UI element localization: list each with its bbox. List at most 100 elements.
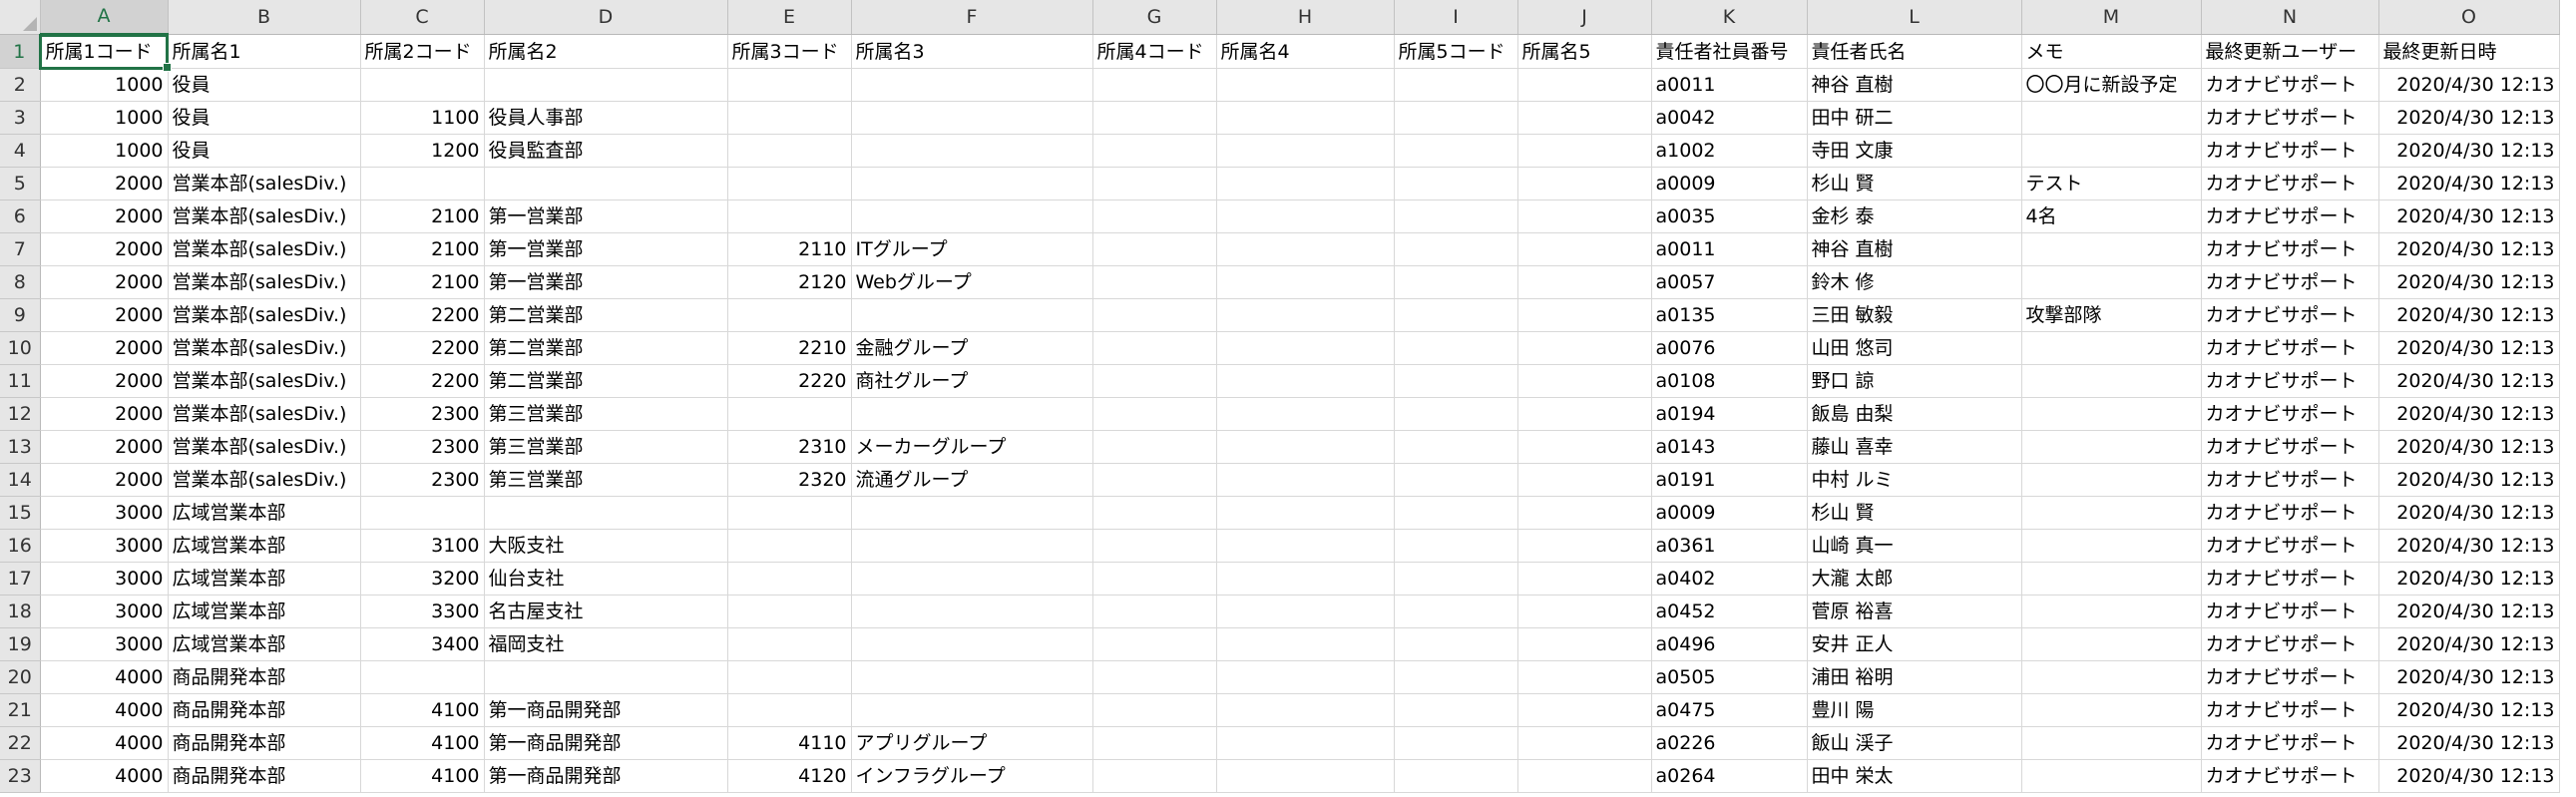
cell-o21[interactable]: 2020/4/30 12:13 <box>2378 693 2560 727</box>
cell-k6[interactable]: a0035 <box>1651 199 1808 233</box>
cell-b15[interactable]: 広域営業本部 <box>168 496 361 530</box>
row-header[interactable]: 16 <box>0 529 41 563</box>
cell-g11[interactable] <box>1092 364 1217 398</box>
cell-i17[interactable] <box>1394 562 1518 596</box>
cell-g23[interactable] <box>1092 759 1217 793</box>
cell-g3[interactable] <box>1092 101 1217 135</box>
cell-m3[interactable] <box>2021 101 2202 135</box>
cell-n19[interactable]: カオナビサポート <box>2201 627 2379 661</box>
cell-e19[interactable] <box>727 627 852 661</box>
cell-i11[interactable] <box>1394 364 1518 398</box>
cell-i20[interactable] <box>1394 660 1518 694</box>
cell-e21[interactable] <box>727 693 852 727</box>
cell-i16[interactable] <box>1394 529 1518 563</box>
cell-d12[interactable]: 第三営業部 <box>484 397 728 431</box>
cell-i14[interactable] <box>1394 463 1518 497</box>
cell-f17[interactable] <box>851 562 1093 596</box>
cell-n5[interactable]: カオナビサポート <box>2201 167 2379 200</box>
cell-b1[interactable]: 所属名1 <box>168 34 361 69</box>
cell-g10[interactable] <box>1092 331 1217 365</box>
cell-j6[interactable] <box>1517 199 1652 233</box>
cell-n2[interactable]: カオナビサポート <box>2201 68 2379 102</box>
cell-a14[interactable]: 2000 <box>40 463 169 497</box>
column-header-g[interactable]: G <box>1092 0 1217 35</box>
cell-k15[interactable]: a0009 <box>1651 496 1808 530</box>
cell-b18[interactable]: 広域営業本部 <box>168 595 361 628</box>
cell-c21[interactable]: 4100 <box>360 693 485 727</box>
cell-h15[interactable] <box>1216 496 1395 530</box>
cell-a22[interactable]: 4000 <box>40 726 169 760</box>
cell-d16[interactable]: 大阪支社 <box>484 529 728 563</box>
cell-h11[interactable] <box>1216 364 1395 398</box>
cell-e6[interactable] <box>727 199 852 233</box>
cell-b19[interactable]: 広域営業本部 <box>168 627 361 661</box>
cell-b3[interactable]: 役員 <box>168 101 361 135</box>
cell-o20[interactable]: 2020/4/30 12:13 <box>2378 660 2560 694</box>
cell-k1[interactable]: 責任者社員番号 <box>1651 34 1808 69</box>
cell-c1[interactable]: 所属2コード <box>360 34 485 69</box>
cell-c19[interactable]: 3400 <box>360 627 485 661</box>
cell-b20[interactable]: 商品開発本部 <box>168 660 361 694</box>
row-header[interactable]: 20 <box>0 660 41 694</box>
cell-a8[interactable]: 2000 <box>40 265 169 299</box>
cell-f4[interactable] <box>851 134 1093 168</box>
row-header[interactable]: 14 <box>0 463 41 497</box>
cell-n23[interactable]: カオナビサポート <box>2201 759 2379 793</box>
cell-n14[interactable]: カオナビサポート <box>2201 463 2379 497</box>
cell-g2[interactable] <box>1092 68 1217 102</box>
cell-b10[interactable]: 営業本部(salesDiv.) <box>168 331 361 365</box>
cell-g16[interactable] <box>1092 529 1217 563</box>
cell-f10[interactable]: 金融グループ <box>851 331 1093 365</box>
cell-h13[interactable] <box>1216 430 1395 464</box>
cell-d22[interactable]: 第一商品開発部 <box>484 726 728 760</box>
column-header-n[interactable]: N <box>2201 0 2379 35</box>
cell-h23[interactable] <box>1216 759 1395 793</box>
cell-j14[interactable] <box>1517 463 1652 497</box>
cell-c3[interactable]: 1100 <box>360 101 485 135</box>
cell-i18[interactable] <box>1394 595 1518 628</box>
cell-i23[interactable] <box>1394 759 1518 793</box>
cell-m9[interactable]: 攻撃部隊 <box>2021 298 2202 332</box>
cell-o15[interactable]: 2020/4/30 12:13 <box>2378 496 2560 530</box>
row-header[interactable]: 10 <box>0 331 41 365</box>
cell-e2[interactable] <box>727 68 852 102</box>
cell-b12[interactable]: 営業本部(salesDiv.) <box>168 397 361 431</box>
cell-l10[interactable]: 山田 悠司 <box>1807 331 2022 365</box>
cell-o22[interactable]: 2020/4/30 12:13 <box>2378 726 2560 760</box>
cell-f20[interactable] <box>851 660 1093 694</box>
cell-j10[interactable] <box>1517 331 1652 365</box>
cell-b2[interactable]: 役員 <box>168 68 361 102</box>
cell-m8[interactable] <box>2021 265 2202 299</box>
row-header[interactable]: 7 <box>0 232 41 266</box>
cell-d9[interactable]: 第二営業部 <box>484 298 728 332</box>
cell-g17[interactable] <box>1092 562 1217 596</box>
cell-n16[interactable]: カオナビサポート <box>2201 529 2379 563</box>
cell-k3[interactable]: a0042 <box>1651 101 1808 135</box>
cell-m16[interactable] <box>2021 529 2202 563</box>
cell-k11[interactable]: a0108 <box>1651 364 1808 398</box>
cell-g14[interactable] <box>1092 463 1217 497</box>
cell-a15[interactable]: 3000 <box>40 496 169 530</box>
cell-a9[interactable]: 2000 <box>40 298 169 332</box>
cell-d10[interactable]: 第二営業部 <box>484 331 728 365</box>
cell-b17[interactable]: 広域営業本部 <box>168 562 361 596</box>
row-header[interactable]: 17 <box>0 562 41 596</box>
cell-n11[interactable]: カオナビサポート <box>2201 364 2379 398</box>
cell-n1[interactable]: 最終更新ユーザー <box>2201 34 2379 69</box>
cell-h21[interactable] <box>1216 693 1395 727</box>
cell-f9[interactable] <box>851 298 1093 332</box>
cell-d2[interactable] <box>484 68 728 102</box>
cell-g8[interactable] <box>1092 265 1217 299</box>
cell-e17[interactable] <box>727 562 852 596</box>
row-header[interactable]: 2 <box>0 68 41 102</box>
row-header[interactable]: 1 <box>0 34 42 69</box>
cell-c20[interactable] <box>360 660 485 694</box>
cell-k14[interactable]: a0191 <box>1651 463 1808 497</box>
cell-o11[interactable]: 2020/4/30 12:13 <box>2378 364 2560 398</box>
cell-k19[interactable]: a0496 <box>1651 627 1808 661</box>
cell-a6[interactable]: 2000 <box>40 199 169 233</box>
row-header[interactable]: 4 <box>0 134 41 168</box>
cell-g5[interactable] <box>1092 167 1217 200</box>
column-header-f[interactable]: F <box>851 0 1093 35</box>
cell-f16[interactable] <box>851 529 1093 563</box>
